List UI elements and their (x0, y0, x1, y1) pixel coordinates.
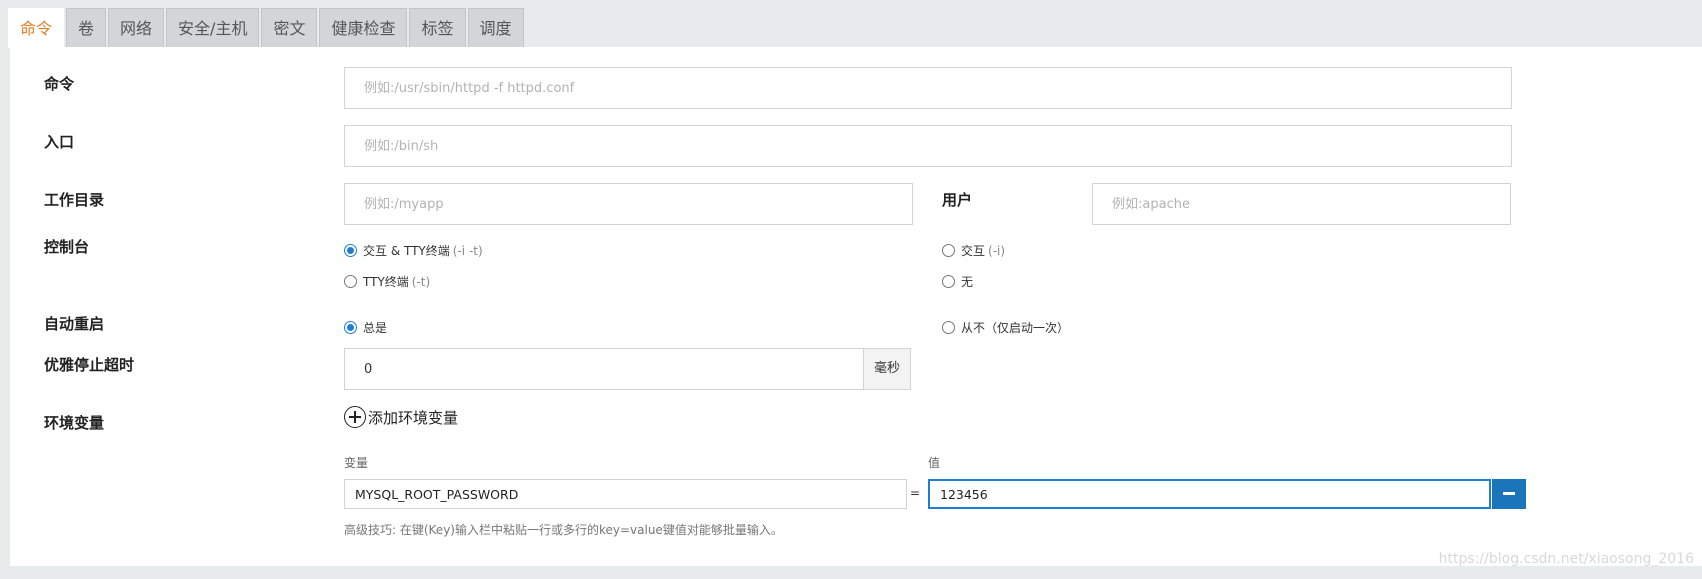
entrypoint-input[interactable] (344, 125, 1512, 167)
restart-option-always[interactable]: 总是 (344, 319, 387, 336)
radio-label: 总是 (363, 321, 388, 335)
tab-bar: 命令 卷 网络 安全/主机 密文 健康检查 标签 调度 (8, 8, 526, 48)
command-label: 命令 (44, 75, 75, 93)
tab-volumes[interactable]: 卷 (66, 8, 107, 48)
command-panel: 命令 入口 工作目录 用户 控制台 交互 & TTY终端 (-i -t) 交互 … (10, 47, 1702, 566)
console-option-interactive[interactable]: 交互 (-i) (942, 242, 1005, 259)
radio-icon (344, 275, 357, 288)
console-option-interactive-tty[interactable]: 交互 & TTY终端 (-i -t) (344, 242, 483, 259)
stop-timeout-label: 优雅停止超时 (44, 356, 135, 374)
tab-security-host[interactable]: 安全/主机 (166, 8, 260, 48)
env-value-header: 值 (928, 456, 941, 470)
watermark: https://blog.csdn.net/xiaosong_2016 (1438, 551, 1694, 567)
radio-icon (942, 275, 955, 288)
env-key-input[interactable] (344, 479, 907, 509)
radio-icon (942, 321, 955, 334)
remove-env-button[interactable] (1492, 479, 1526, 509)
tab-command[interactable]: 命令 (8, 8, 65, 48)
radio-icon (942, 244, 955, 257)
user-input[interactable] (1092, 183, 1511, 225)
env-equals: = (910, 486, 921, 500)
console-option-tty[interactable]: TTY终端 (-t) (344, 273, 430, 290)
env-tip: 高级技巧: 在键(Key)输入栏中粘贴一行或多行的key=value键值对能够批… (344, 523, 783, 537)
radio-selected-icon (344, 321, 357, 334)
radio-hint: (-t) (411, 274, 431, 289)
command-input[interactable] (344, 67, 1512, 109)
radio-label: TTY终端 (363, 275, 409, 289)
env-label: 环境变量 (44, 414, 105, 432)
stop-timeout-input[interactable] (344, 348, 864, 390)
plus-circle-icon (344, 406, 366, 428)
entrypoint-label: 入口 (44, 133, 75, 151)
tab-scheduling[interactable]: 调度 (467, 8, 524, 48)
env-key-header: 变量 (344, 456, 369, 470)
radio-label: 无 (961, 275, 974, 289)
console-label: 控制台 (44, 238, 90, 256)
stop-timeout-unit: 毫秒 (863, 348, 911, 390)
workdir-label: 工作目录 (44, 191, 105, 209)
restart-label: 自动重启 (44, 315, 105, 333)
add-env-button[interactable]: 添加环境变量 (344, 406, 458, 428)
tab-secrets[interactable]: 密文 (261, 8, 318, 48)
radio-label: 交互 (961, 244, 986, 258)
add-env-label: 添加环境变量 (368, 408, 459, 427)
workdir-input[interactable] (344, 183, 913, 225)
user-label: 用户 (942, 191, 973, 209)
tab-labels[interactable]: 标签 (409, 8, 466, 48)
env-value-input[interactable] (928, 479, 1491, 509)
console-option-none[interactable]: 无 (942, 273, 973, 290)
tab-health-check[interactable]: 健康检查 (319, 8, 408, 48)
radio-selected-icon (344, 244, 357, 257)
radio-hint: (-i) (988, 243, 1006, 258)
tab-network[interactable]: 网络 (108, 8, 165, 48)
radio-hint: (-i -t) (452, 243, 483, 258)
radio-label: 交互 & TTY终端 (363, 244, 450, 258)
radio-label: 从不（仅启动一次） (961, 321, 1070, 335)
restart-option-never[interactable]: 从不（仅启动一次） (942, 319, 1069, 336)
